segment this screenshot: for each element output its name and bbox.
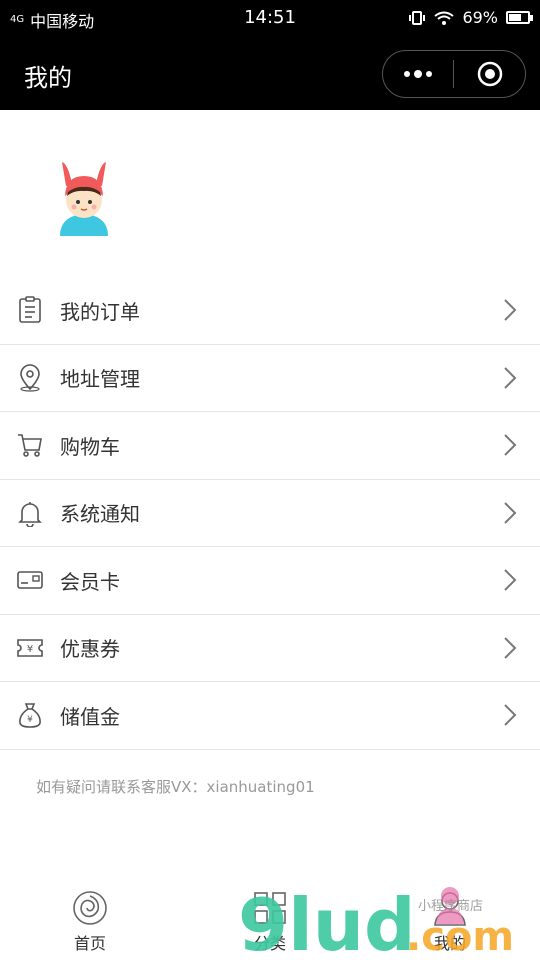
menu-label: 地址管理 (60, 367, 140, 392)
menu-label: 系统通知 (60, 502, 140, 527)
svg-text:¥: ¥ (27, 715, 33, 725)
menu-label: 我的订单 (60, 299, 140, 324)
chevron-right-icon (504, 637, 517, 659)
contact-text: 如有疑问请联系客服VX：xianhuating01 (36, 778, 315, 796)
chevron-right-icon (504, 502, 517, 524)
menu-label: 储值金 (60, 704, 120, 729)
menu-label: 购物车 (60, 434, 120, 459)
title-bar: 我的 (0, 38, 540, 110)
tab-label: 首页 (73, 934, 106, 953)
battery-percent: 69% (462, 8, 498, 27)
chevron-right-icon (504, 299, 517, 321)
menu-item-address[interactable]: 地址管理 (0, 345, 540, 412)
vibrate-icon (409, 10, 426, 25)
clipboard-icon (19, 296, 41, 324)
status-right: 69% (408, 8, 533, 27)
menu-item-stored-value[interactable]: ¥ 储值金 (0, 682, 540, 750)
chevron-right-icon (504, 367, 517, 389)
chevron-right-icon (504, 434, 517, 456)
tab-home[interactable]: 首页 (40, 888, 140, 958)
rose-icon (73, 891, 107, 925)
menu-list: 我的订单 地址管理 购物车 系统通知 会员卡 ¥ 优惠券 ¥ 储值金 (0, 277, 540, 750)
menu-label: 优惠券 (60, 637, 120, 662)
wifi-icon (434, 11, 455, 25)
tab-category[interactable]: 分类 (220, 888, 320, 958)
svg-text:¥: ¥ (27, 644, 33, 655)
chevron-right-icon (504, 704, 517, 726)
status-bar: 4G 中国移动 14:51 69% (0, 0, 540, 38)
tab-bar: 首页 分类 我的 (0, 880, 540, 960)
capsule-menu (382, 50, 526, 98)
money-bag-icon: ¥ (19, 703, 41, 729)
target-close-icon (477, 61, 502, 87)
menu-item-cart[interactable]: 购物车 (0, 412, 540, 480)
card-icon (17, 571, 43, 590)
cart-icon (18, 434, 42, 458)
menu-item-orders[interactable]: 我的订单 (0, 277, 540, 345)
tab-mine[interactable]: 我的 (400, 888, 500, 958)
menu-label: 会员卡 (60, 569, 120, 594)
menu-item-notifications[interactable]: 系统通知 (0, 480, 540, 547)
menu-item-member-card[interactable]: 会员卡 (0, 547, 540, 615)
location-pin-icon (20, 363, 40, 392)
battery-fill (509, 14, 521, 21)
avatar[interactable] (52, 158, 116, 238)
page-title: 我的 (24, 64, 72, 92)
coupon-icon: ¥ (17, 638, 43, 657)
user-icon (434, 892, 466, 926)
grid-icon (254, 892, 286, 924)
bell-icon (18, 501, 42, 527)
tab-label: 分类 (253, 934, 286, 953)
more-dots-icon[interactable] (383, 51, 453, 97)
menu-item-coupons[interactable]: ¥ 优惠券 (0, 615, 540, 682)
battery-icon (506, 11, 533, 24)
close-miniprogram-button[interactable] (454, 51, 525, 97)
chevron-right-icon (504, 569, 517, 591)
bunny-hat-child-avatar-icon (60, 162, 108, 236)
more-dots-glyph (404, 70, 432, 78)
tab-label: 我的 (433, 934, 466, 953)
